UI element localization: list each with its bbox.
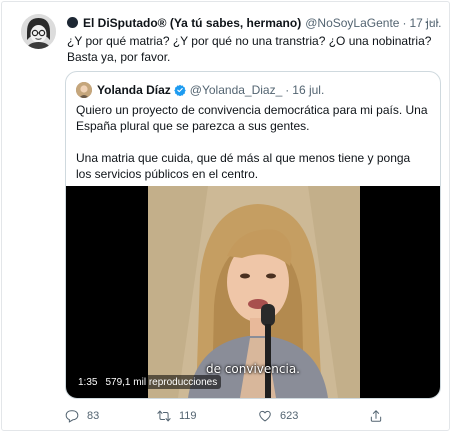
quoted-header: Yolanda Díaz @Yolanda_Diaz_ · 16 jul.	[76, 82, 324, 98]
quoted-avatar[interactable]	[76, 82, 92, 98]
tweet-header: El DiSputado® (Ya tú sabes, hermano) @No…	[67, 13, 445, 31]
author-name[interactable]: El DiSputado® (Ya tú sabes, hermano)	[83, 16, 301, 30]
retweet-icon	[157, 410, 171, 422]
tweet-actions: 83 119 623	[65, 408, 395, 424]
more-horizontal-icon[interactable]: ···	[424, 13, 441, 29]
separator-dot: ·	[402, 15, 407, 30]
like-count: 623	[280, 410, 299, 422]
video-views: 579,1 mil reproducciones	[105, 376, 218, 388]
reply-icon	[65, 410, 79, 423]
author-handle[interactable]: @NoSoyLaGente	[305, 16, 399, 30]
quoted-paragraph: Una matria que cuida, que dé más al que …	[76, 151, 411, 181]
retweet-count: 119	[179, 410, 197, 422]
video-meta: 1:35 579,1 mil reproducciones	[74, 375, 222, 389]
verified-badge-icon	[173, 84, 186, 96]
quoted-date[interactable]: 16 jul.	[292, 83, 324, 97]
reply-count: 83	[87, 410, 100, 422]
quoted-author-handle[interactable]: @Yolanda_Diaz_	[190, 83, 282, 97]
quoted-paragraph: Quiero un proyecto de convivencia democr…	[76, 103, 428, 133]
quoted-tweet[interactable]: Yolanda Díaz @Yolanda_Diaz_ · 16 jul. Qu…	[65, 71, 441, 399]
like-button[interactable]: 623	[258, 408, 298, 424]
tweet-card: El DiSputado® (Ya tú sabes, hermano) @No…	[1, 1, 450, 431]
share-button[interactable]	[369, 408, 391, 424]
author-avatar[interactable]	[21, 14, 56, 49]
reply-button[interactable]: 83	[65, 408, 99, 424]
tweet-text: ¿Y por qué matria? ¿Y por qué no una tra…	[67, 34, 432, 64]
video-player[interactable]: de convivencia. 1:35 579,1 mil reproducc…	[66, 186, 440, 398]
separator-dot: ·	[285, 83, 290, 97]
video-caption: de convivencia.	[206, 362, 300, 376]
retweet-button[interactable]: 119	[157, 408, 197, 424]
quoted-author-name[interactable]: Yolanda Díaz	[97, 83, 171, 97]
heart-icon	[259, 410, 271, 422]
video-duration: 1:35	[78, 376, 98, 388]
quoted-text: Quiero un proyecto de convivencia democr…	[76, 102, 428, 182]
share-icon	[370, 410, 382, 422]
profile-badge-icon	[67, 17, 78, 28]
